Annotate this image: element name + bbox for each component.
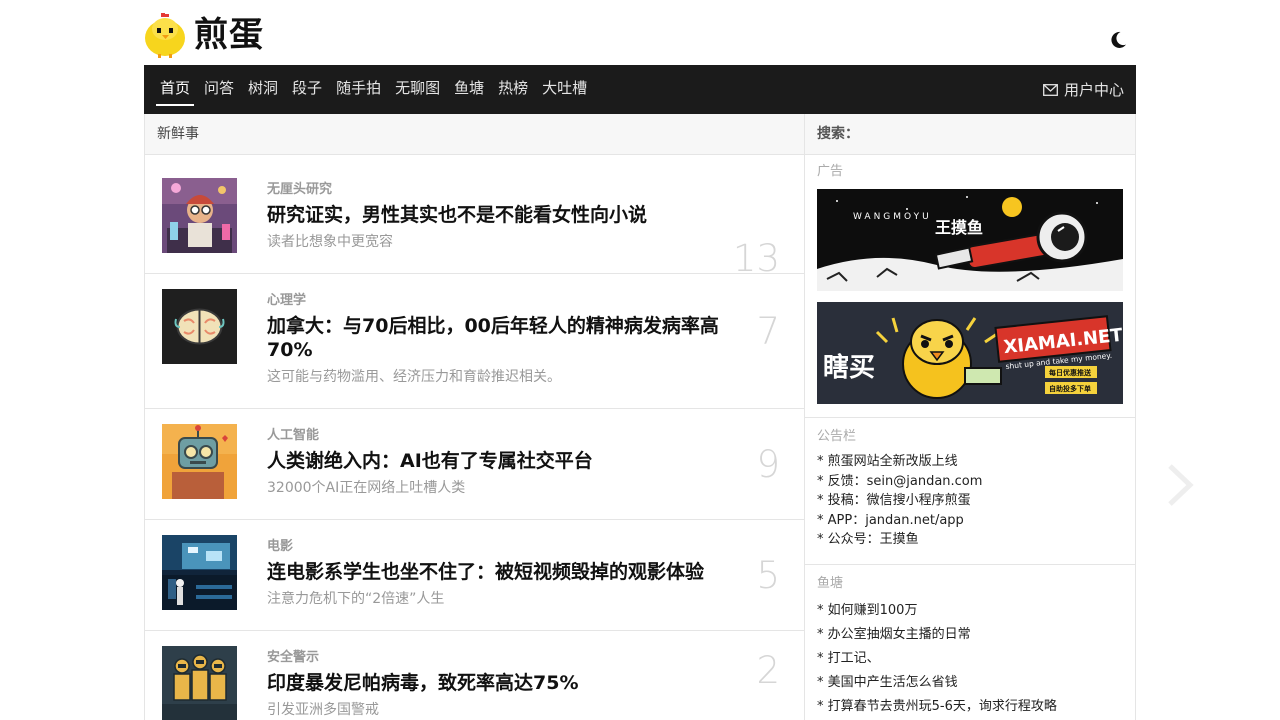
fishpond-item[interactable]: * 如何赚到100万 — [817, 599, 1123, 623]
nav-item-hot-list[interactable]: 热榜 — [494, 65, 532, 114]
post-subtitle: 32000个AI正在网络上吐槽人类 — [267, 480, 466, 496]
ad-xiamai-tag1: 每日优惠推送 — [1049, 368, 1092, 377]
main-nav: 首页 问答 树洞 段子 随手拍 无聊图 鱼塘 热榜 大吐槽 用户中心 — [144, 65, 1136, 114]
post-body: 安全警示 印度暴发尼帕病毒，致死率高达75% 引发亚洲多国警戒 — [267, 649, 748, 719]
nav-item-qa[interactable]: 问答 — [200, 65, 238, 114]
fishpond-item[interactable]: * 办公室抽烟女主播的日常 — [817, 623, 1123, 647]
nav-item-boring-pics[interactable]: 无聊图 — [391, 65, 444, 114]
ad-brand-cn: 王摸鱼 — [935, 218, 983, 237]
post-title[interactable]: 连电影系学生也坐不住了：被短视频毁掉的观影体验 — [267, 560, 748, 584]
notice-label: 公告栏 — [817, 429, 857, 444]
nav-item-fishpond[interactable]: 鱼塘 — [450, 65, 488, 114]
notice-board: 公告栏 * 煎蛋网站全新改版上线 * 反馈：sein@jandan.com * … — [805, 418, 1135, 565]
astronaut-ad-image: WANGMOYU 王摸鱼 — [817, 189, 1123, 291]
search-label[interactable]: 搜索： — [805, 114, 1135, 155]
ad-banner-xiamai[interactable]: 瞎买 XIAMAI.NET shut up and take my money.… — [817, 302, 1123, 404]
post-title[interactable]: 研究证实，男性其实也不是不能看女性向小说 — [267, 203, 748, 227]
ad-xiamai-cn: 瞎买 — [823, 352, 875, 383]
post-thumbnail[interactable] — [162, 535, 237, 610]
post-thumbnail[interactable] — [162, 178, 237, 253]
robot-image — [162, 424, 237, 499]
post-body: 心理学 加拿大：与70后相比，00后年轻人的精神病发病率高70% 这可能与药物滥… — [267, 292, 748, 386]
sidebar: 搜索： 广告 WANGMOYU 王摸鱼 瞎买 XIAMAI.NET shut u… — [805, 114, 1136, 720]
post-title[interactable]: 印度暴发尼帕病毒，致死率高达75% — [267, 671, 748, 695]
post-body: 电影 连电影系学生也坐不住了：被短视频毁掉的观影体验 注意力危机下的“2倍速”人… — [267, 538, 748, 608]
post-category[interactable]: 心理学 — [267, 292, 748, 310]
ad-brand-en: WANGMOYU — [853, 212, 932, 222]
comment-count[interactable]: 5 — [756, 554, 780, 597]
post-thumbnail[interactable] — [162, 646, 237, 720]
notice-item: * 投稿：微信搜小程序煎蛋 — [817, 493, 971, 508]
fishpond-label: 鱼塘 — [817, 576, 844, 591]
post-item: 无厘头研究 研究证实，男性其实也不是不能看女性向小说 读者比想象中更宽容 13 — [145, 155, 804, 280]
nav-item-snapshots[interactable]: 随手拍 — [332, 65, 385, 114]
ad-xiamai-tag2: 自助投多下单 — [1049, 384, 1091, 393]
page-container: 煎蛋 首页 问答 树洞 段子 随手拍 无聊图 鱼塘 热榜 大吐槽 用户中心 新鲜… — [144, 0, 1136, 720]
ad-banner-wangmoyu[interactable]: WANGMOYU 王摸鱼 — [817, 189, 1123, 291]
comment-count[interactable]: 7 — [756, 310, 780, 353]
post-category[interactable]: 无厘头研究 — [267, 181, 748, 199]
notice-item: * 煎蛋网站全新改版上线 — [817, 454, 958, 469]
notice-item: * 公众号：王摸鱼 — [817, 532, 919, 547]
post-category[interactable]: 人工智能 — [267, 427, 748, 445]
site-header: 煎蛋 — [144, 0, 1136, 65]
hazmat-workers-image — [162, 646, 237, 720]
post-category[interactable]: 电影 — [267, 538, 748, 556]
envelope-icon — [1043, 83, 1058, 96]
post-item: 安全警示 印度暴发尼帕病毒，致死率高达75% 引发亚洲多国警戒 2 — [145, 631, 804, 720]
mad-scientist-image — [162, 178, 237, 253]
cinema-image — [162, 535, 237, 610]
user-center-link[interactable]: 用户中心 — [1043, 65, 1124, 114]
brain-image — [162, 289, 237, 364]
post-title[interactable]: 加拿大：与70后相比，00后年轻人的精神病发病率高70% — [267, 314, 748, 362]
post-subtitle: 注意力危机下的“2倍速”人生 — [267, 591, 445, 607]
post-thumbnail[interactable] — [162, 424, 237, 499]
comment-count[interactable]: 2 — [756, 649, 780, 692]
ad-label: 广告 — [817, 164, 844, 179]
post-category[interactable]: 安全警示 — [267, 649, 748, 667]
fishpond-item[interactable]: * 打算春节去贵州玩5-6天，询求行程攻略 — [817, 695, 1123, 719]
dark-mode-moon-icon[interactable] — [1108, 30, 1128, 50]
post-body: 无厘头研究 研究证实，男性其实也不是不能看女性向小说 读者比想象中更宽容 — [267, 181, 748, 251]
post-body: 人工智能 人类谢绝入内：AI也有了专属社交平台 32000个AI正在网络上吐槽人… — [267, 427, 748, 497]
fishpond-item[interactable]: * 打工记、 — [817, 647, 1123, 671]
news-column: 新鲜事 无厘头研究 研究证实，男性其实也不是不能看女性向小说 读者比想象中更宽容… — [144, 114, 805, 720]
post-item: 心理学 加拿大：与70后相比，00后年轻人的精神病发病率高70% 这可能与药物滥… — [145, 274, 804, 409]
fishpond-block: 鱼塘 * 如何赚到100万 * 办公室抽烟女主播的日常 * 打工记、 * 美国中… — [805, 565, 1135, 720]
nav-item-treehole[interactable]: 树洞 — [244, 65, 282, 114]
notice-item[interactable]: * APP：jandan.net/app — [817, 511, 1123, 531]
nav-item-home[interactable]: 首页 — [156, 65, 195, 114]
site-logo[interactable]: 煎蛋 — [144, 12, 264, 58]
post-title[interactable]: 人类谢绝入内：AI也有了专属社交平台 — [267, 449, 748, 473]
post-subtitle: 读者比想象中更宽容 — [267, 234, 393, 250]
chick-money-ad-image: 瞎买 XIAMAI.NET shut up and take my money.… — [817, 302, 1123, 404]
chick-mascot-icon — [145, 13, 185, 58]
nav-item-rant[interactable]: 大吐槽 — [538, 65, 591, 114]
post-thumbnail[interactable] — [162, 289, 237, 364]
logo-text: 煎蛋 — [194, 15, 264, 55]
post-subtitle: 引发亚洲多国警戒 — [267, 702, 379, 718]
post-item: 人工智能 人类谢绝入内：AI也有了专属社交平台 32000个AI正在网络上吐槽人… — [145, 409, 804, 520]
fishpond-item[interactable]: * 美国中产生活怎么省钱 — [817, 671, 1123, 695]
post-item: 电影 连电影系学生也坐不住了：被短视频毁掉的观影体验 注意力危机下的“2倍速”人… — [145, 520, 804, 631]
next-page-chevron-icon[interactable] — [1164, 462, 1194, 508]
section-title: 新鲜事 — [145, 114, 804, 155]
ad-block: 广告 WANGMOYU 王摸鱼 瞎买 XIAMAI.NET shut up an… — [805, 155, 1135, 418]
notice-item: * 反馈：sein@jandan.com — [817, 473, 983, 489]
comment-count[interactable]: 9 — [756, 443, 780, 486]
post-subtitle: 这可能与药物滥用、经济压力和育龄推迟相关。 — [267, 369, 561, 385]
nav-item-jokes[interactable]: 段子 — [288, 65, 326, 114]
user-center-label: 用户中心 — [1063, 81, 1124, 99]
